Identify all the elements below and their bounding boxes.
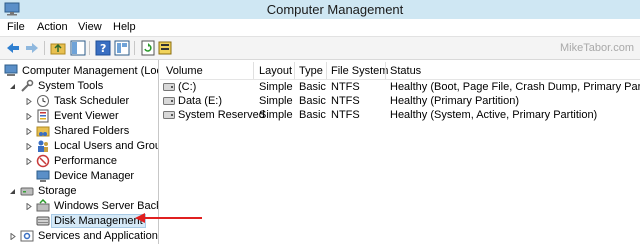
column-header-file-system[interactable]: File System xyxy=(331,65,388,77)
toolbar-separator xyxy=(134,41,135,55)
window-title: Computer Management xyxy=(266,2,404,17)
collapsed-arrow-icon[interactable] xyxy=(25,203,32,210)
cell-layout: Simple xyxy=(259,109,293,121)
export-list-icon[interactable] xyxy=(158,40,174,56)
disk-management-icon xyxy=(36,216,50,226)
column-divider[interactable] xyxy=(385,62,386,79)
table-row[interactable]: (C:) Simple Basic NTFS Healthy (Boot, Pa… xyxy=(160,80,640,95)
services-icon xyxy=(20,230,34,242)
tree-item-device-manager[interactable]: Device Manager xyxy=(0,169,158,184)
menu-bar: File Action View Help xyxy=(0,19,640,36)
menu-action[interactable]: Action xyxy=(37,21,68,33)
shared-folder-icon xyxy=(36,126,50,137)
tree-item-local-users[interactable]: Local Users and Groups xyxy=(0,139,158,154)
tree-label: Storage xyxy=(38,185,77,197)
column-header-status[interactable]: Status xyxy=(390,65,421,77)
cell-type: Basic xyxy=(299,81,326,93)
watermark: MikeTabor.com xyxy=(560,42,634,54)
cell-layout: Simple xyxy=(259,81,293,93)
forward-icon[interactable] xyxy=(24,40,40,56)
tree-label: Device Manager xyxy=(54,170,135,182)
cell-file-system: NTFS xyxy=(331,95,360,107)
volume-icon xyxy=(163,83,175,91)
column-divider[interactable] xyxy=(326,62,327,79)
svg-text:?: ? xyxy=(100,42,106,55)
performance-icon xyxy=(36,154,50,168)
title-bar: Computer Management xyxy=(0,0,640,20)
event-viewer-icon xyxy=(37,109,49,123)
device-manager-icon xyxy=(36,170,50,182)
cell-layout: Simple xyxy=(259,95,293,107)
cell-volume: (C:) xyxy=(178,81,197,93)
column-divider[interactable] xyxy=(294,62,295,79)
tree-item-performance[interactable]: Performance xyxy=(0,154,158,169)
tree-label: Disk Management xyxy=(51,214,146,228)
tree-item-task-scheduler[interactable]: Task Scheduler xyxy=(0,94,158,109)
cell-type: Basic xyxy=(299,95,326,107)
cell-file-system: NTFS xyxy=(331,109,360,121)
tree-item-shared-folders[interactable]: Shared Folders xyxy=(0,124,158,139)
expanded-arrow-icon[interactable] xyxy=(9,83,16,90)
tree-label: Services and Applications xyxy=(38,230,159,242)
collapsed-arrow-icon[interactable] xyxy=(25,128,32,135)
refresh-icon[interactable] xyxy=(140,40,156,56)
menu-help[interactable]: Help xyxy=(113,21,136,33)
back-icon[interactable] xyxy=(5,40,21,56)
tree-item-system-tools[interactable]: System Tools xyxy=(0,79,158,94)
cell-volume: Data (E:) xyxy=(178,95,223,107)
backup-icon xyxy=(36,199,50,212)
collapsed-arrow-icon[interactable] xyxy=(25,158,32,165)
collapsed-arrow-icon[interactable] xyxy=(9,233,16,240)
computer-icon xyxy=(4,64,18,76)
tree-label: Shared Folders xyxy=(54,125,130,137)
menu-view[interactable]: View xyxy=(78,21,102,33)
tree-label: Performance xyxy=(54,155,117,167)
cell-volume: System Reserved xyxy=(178,109,265,121)
volume-list[interactable]: Volume Layout Type File System Status (C… xyxy=(160,60,640,244)
cell-status: Healthy (Primary Partition) xyxy=(390,95,519,107)
toolbar-separator xyxy=(44,41,45,55)
table-row[interactable]: System Reserved Simple Basic NTFS Health… xyxy=(160,108,640,123)
show-hide-tree-icon[interactable] xyxy=(70,40,86,56)
tree-item-event-viewer[interactable]: Event Viewer xyxy=(0,109,158,124)
annotation-arrow-icon xyxy=(135,213,202,223)
volume-icon xyxy=(163,111,175,119)
tree-label: Event Viewer xyxy=(54,110,119,122)
cell-status: Healthy (Boot, Page File, Crash Dump, Pr… xyxy=(390,81,640,93)
cell-status: Healthy (System, Active, Primary Partiti… xyxy=(390,109,598,121)
column-divider[interactable] xyxy=(253,62,254,79)
tree-label: Computer Management (Local xyxy=(22,65,159,77)
help-icon[interactable]: ? xyxy=(95,40,111,56)
properties-icon[interactable] xyxy=(114,40,130,56)
tree-label: Task Scheduler xyxy=(54,95,130,107)
tree-item-root[interactable]: Computer Management (Local xyxy=(0,64,158,79)
tree-item-storage[interactable]: Storage xyxy=(0,184,158,199)
menu-file[interactable]: File xyxy=(7,21,25,33)
cell-type: Basic xyxy=(299,109,326,121)
collapsed-arrow-icon[interactable] xyxy=(25,113,32,120)
column-header-layout[interactable]: Layout xyxy=(259,65,292,77)
toolbar: ? MikeTabor.com xyxy=(0,36,640,60)
storage-icon xyxy=(20,187,34,196)
users-icon xyxy=(38,140,48,152)
toolbar-separator xyxy=(89,41,90,55)
tools-icon xyxy=(21,79,34,92)
column-header-type[interactable]: Type xyxy=(299,65,323,77)
tree-item-services-applications[interactable]: Services and Applications xyxy=(0,229,158,244)
clock-icon xyxy=(37,95,49,107)
tree-label: Local Users and Groups xyxy=(54,140,158,152)
table-row[interactable]: Data (E:) Simple Basic NTFS Healthy (Pri… xyxy=(160,94,640,109)
expanded-arrow-icon[interactable] xyxy=(9,188,16,195)
cell-file-system: NTFS xyxy=(331,81,360,93)
up-folder-icon[interactable] xyxy=(50,40,66,56)
tree-label: System Tools xyxy=(38,80,104,92)
volume-icon xyxy=(163,97,175,105)
collapsed-arrow-icon[interactable] xyxy=(25,98,32,105)
column-header-row: Volume Layout Type File System Status xyxy=(160,62,640,80)
collapsed-arrow-icon[interactable] xyxy=(25,143,32,150)
column-header-volume[interactable]: Volume xyxy=(166,65,203,77)
